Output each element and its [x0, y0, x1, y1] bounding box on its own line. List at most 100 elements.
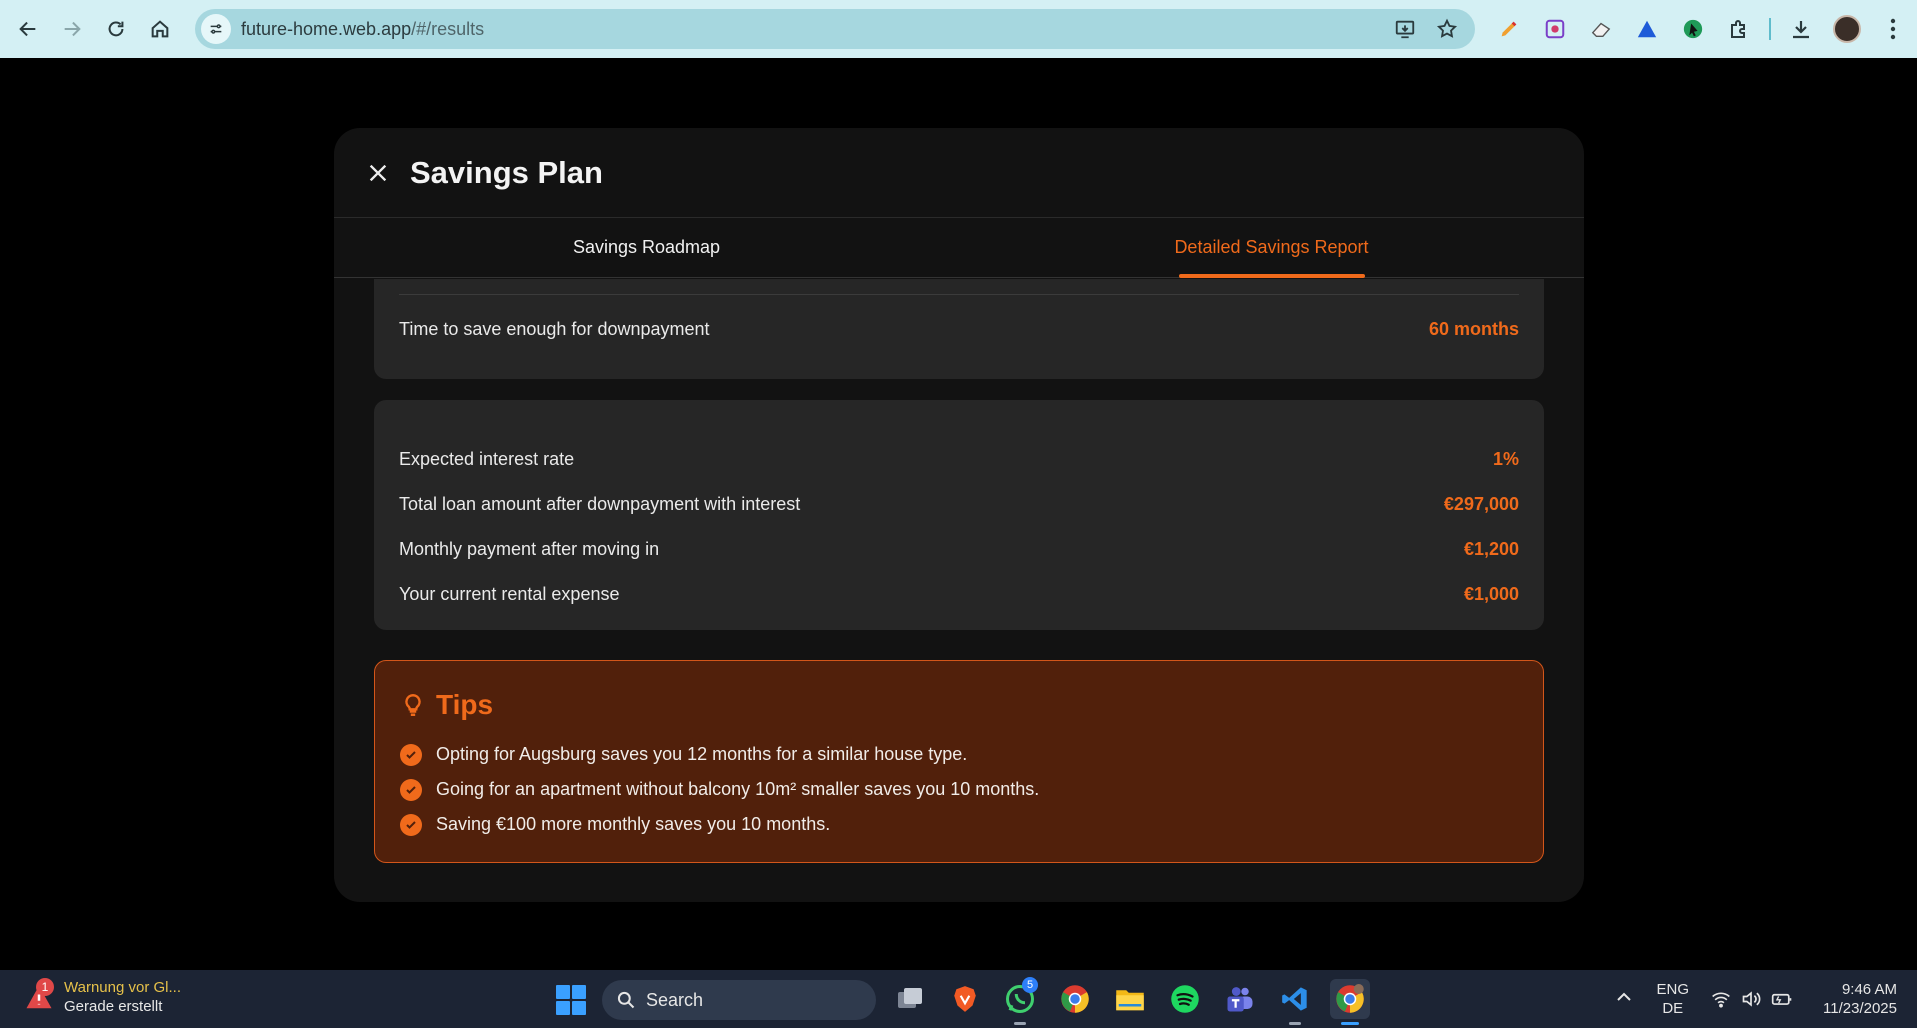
notification-badge: 1	[36, 978, 54, 996]
tips-title: Tips	[436, 689, 494, 720]
chrome-icon[interactable]	[1055, 979, 1095, 1019]
running-indicator	[1289, 1022, 1301, 1025]
savings-plan-modal: Savings Plan Savings Roadmap Detailed Sa…	[334, 128, 1584, 902]
row-value: €1,200	[1463, 539, 1519, 559]
row-value: 60 months	[1428, 319, 1519, 339]
tip-text: Going for an apartment without balcony 1…	[436, 779, 1040, 799]
check-circle-icon	[400, 743, 422, 766]
extensions-puzzle-icon[interactable]	[1723, 13, 1755, 45]
close-icon	[369, 164, 387, 181]
tab-detailed-savings-report[interactable]: Detailed Savings Report	[959, 218, 1584, 278]
tab-bar: Savings Roadmap Detailed Savings Report	[334, 218, 1584, 278]
row-label: Expected interest rate	[399, 449, 575, 469]
back-icon[interactable]	[12, 13, 44, 45]
chrome-profile-icon[interactable]	[1330, 979, 1370, 1025]
bookmark-star-icon[interactable]	[1433, 15, 1461, 43]
search-label: Search	[646, 989, 704, 1010]
notification-title: Warnung vor Gl...	[64, 979, 181, 996]
warning-icon: 1	[24, 978, 54, 1012]
more-menu-icon[interactable]	[1877, 13, 1909, 45]
whatsapp-icon[interactable]: 5	[1000, 977, 1040, 1025]
pen-extension-icon[interactable]	[1493, 13, 1525, 45]
windows-logo-tile	[572, 1001, 586, 1015]
row-label: Time to save enough for downpayment	[399, 319, 710, 339]
list-item: Saving €100 more monthly saves you 10 mo…	[400, 807, 1518, 842]
language-indicator[interactable]: ENG DE	[1657, 980, 1690, 1018]
loan-details-card: Expected interest rate 1% Total loan amo…	[374, 400, 1544, 630]
notification-widget[interactable]: 1 Warnung vor Gl... Gerade erstellt	[24, 978, 181, 1016]
report-row: Monthly payment after moving in €1,200	[399, 527, 1519, 572]
vscode-icon[interactable]	[1275, 979, 1315, 1025]
windows-taskbar: 1 Warnung vor Gl... Gerade erstellt Sear…	[0, 970, 1917, 1028]
row-value: 1%	[1492, 449, 1519, 469]
report-row: Total loan amount after downpayment with…	[399, 482, 1519, 527]
taskbar-search[interactable]: Search	[602, 980, 876, 1020]
system-tray: ENG DE 9:46 AM 11/23/2025	[1609, 970, 1917, 1028]
volume-icon	[1742, 991, 1761, 1007]
teams-icon[interactable]	[1220, 979, 1260, 1019]
row-label: Your current rental expense	[399, 584, 620, 604]
wifi-icon	[1712, 992, 1730, 1008]
report-scroll-area[interactable]: Time to save enough for downpayment 60 m…	[374, 279, 1544, 869]
lang-top: ENG	[1656, 981, 1690, 998]
lightbulb-icon	[405, 694, 421, 716]
forward-icon[interactable]	[56, 13, 88, 45]
downloads-icon[interactable]	[1785, 13, 1817, 45]
downpayment-card: Time to save enough for downpayment 60 m…	[374, 279, 1544, 379]
list-item: Opting for Augsburg saves you 12 months …	[400, 737, 1518, 772]
clock-date: 11/23/2025	[1823, 1000, 1897, 1017]
spotify-icon[interactable]	[1165, 979, 1205, 1019]
reload-icon[interactable]	[100, 13, 132, 45]
camera-extension-icon[interactable]	[1539, 13, 1571, 45]
install-app-icon[interactable]	[1391, 15, 1419, 43]
row-value: €1,000	[1463, 584, 1519, 604]
start-button[interactable]	[556, 985, 586, 1015]
task-view-icon[interactable]	[890, 979, 930, 1019]
windows-logo-tile	[572, 985, 586, 999]
tip-text: Saving €100 more monthly saves you 10 mo…	[436, 814, 831, 834]
site-info-icon[interactable]	[201, 14, 231, 44]
clock[interactable]: 9:46 AM 11/23/2025	[1823, 980, 1897, 1018]
row-value: €297,000	[1443, 494, 1519, 514]
report-row: Your current rental expense €1,000	[399, 572, 1519, 617]
tips-panel: Tips Opting for Augsburg saves you 12 mo…	[374, 660, 1544, 863]
active-tab-indicator	[1178, 274, 1365, 278]
quick-settings[interactable]	[1711, 990, 1793, 1008]
running-indicator	[1341, 1022, 1359, 1025]
file-explorer-icon[interactable]	[1110, 979, 1150, 1019]
lang-bottom: DE	[1662, 1000, 1684, 1017]
url-text[interactable]: future-home.web.app/#/results	[241, 19, 484, 40]
report-row: Expected interest rate 1%	[399, 437, 1519, 482]
url-path: /#/results	[411, 18, 485, 39]
url-host: future-home.web.app	[241, 18, 412, 39]
chevron-up-icon[interactable]	[1609, 990, 1639, 1008]
address-bar[interactable]: future-home.web.app/#/results	[195, 9, 1475, 49]
list-item: Going for an apartment without balcony 1…	[400, 772, 1518, 807]
modal-title: Savings Plan	[410, 154, 603, 190]
report-row: Time to save enough for downpayment 60 m…	[399, 319, 1519, 340]
profile-avatar[interactable]	[1831, 13, 1863, 45]
notification-text: Warnung vor Gl... Gerade erstellt	[64, 978, 181, 1016]
close-button[interactable]	[358, 153, 398, 193]
row-label: Monthly payment after moving in	[399, 539, 660, 559]
home-icon[interactable]	[144, 13, 176, 45]
check-circle-icon	[400, 813, 422, 836]
tab-label: Savings Roadmap	[572, 237, 721, 257]
clock-time: 9:46 AM	[1841, 981, 1897, 998]
green-extension-icon[interactable]	[1677, 13, 1709, 45]
brave-browser-icon[interactable]	[945, 979, 985, 1019]
whatsapp-badge: 5	[1022, 977, 1038, 993]
search-icon	[617, 991, 635, 1009]
tab-label: Detailed Savings Report	[1174, 237, 1369, 257]
battery-icon	[1771, 993, 1792, 1005]
avatar	[1833, 15, 1861, 43]
modal-header: Savings Plan	[334, 128, 1584, 218]
check-circle-icon	[400, 778, 422, 801]
eraser-extension-icon[interactable]	[1585, 13, 1617, 45]
row-label: Total loan amount after downpayment with…	[399, 494, 801, 514]
triangle-extension-icon[interactable]	[1631, 13, 1663, 45]
running-indicator	[1014, 1022, 1026, 1025]
browser-toolbar: future-home.web.app/#/results	[0, 0, 1917, 58]
tips-list: Opting for Augsburg saves you 12 months …	[400, 737, 1518, 842]
tab-savings-roadmap[interactable]: Savings Roadmap	[334, 218, 959, 277]
